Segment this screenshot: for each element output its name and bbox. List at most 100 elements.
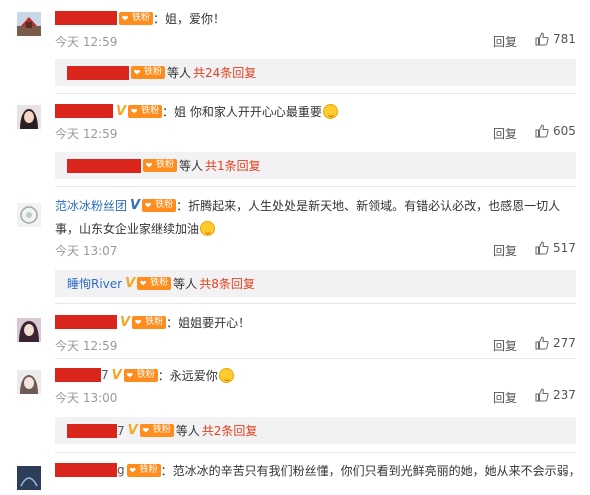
reply-button[interactable]: 回复 bbox=[493, 337, 517, 354]
fan-badge-icon: ❤ bbox=[137, 277, 150, 290]
comment-header: g ❤ 铁粉 ：范冰冰的辛苦只有我们粉丝懂，你们只看到光鲜亮丽的她，她从来不会示弱… bbox=[55, 461, 581, 479]
comment-header: ❤ 铁粉 ：姐，爱你！ bbox=[55, 9, 225, 27]
thumbs-up-icon bbox=[535, 124, 549, 138]
comment-time: 今天 12:59 bbox=[55, 339, 118, 353]
avatar[interactable] bbox=[17, 105, 41, 129]
fan-badge: ❤ 铁粉 bbox=[123, 368, 158, 382]
fan-badge-icon: ❤ bbox=[123, 368, 136, 382]
redacted-username bbox=[67, 423, 117, 438]
fan-badge: ❤ 铁粉 bbox=[119, 11, 154, 25]
fan-badge-icon: ❤ bbox=[132, 315, 145, 329]
thumbs-up-icon bbox=[535, 32, 549, 46]
comment-time: 今天 12:59 bbox=[55, 35, 118, 49]
comment-text: ：折腾起来，人生处处是新天地、新领域。有错必认必改，也感恩一切人 bbox=[176, 198, 561, 213]
redacted-username bbox=[67, 158, 141, 173]
fan-badge-icon: ❤ bbox=[143, 159, 155, 172]
others-label: 等人 bbox=[179, 159, 204, 173]
fan-badge-label: 铁粉 bbox=[143, 66, 166, 79]
username-suffix: g bbox=[117, 463, 125, 477]
reply-button[interactable]: 回复 bbox=[493, 389, 517, 406]
like-count: 517 bbox=[553, 241, 576, 255]
redacted-username[interactable] bbox=[55, 315, 117, 329]
kiss-emoji-icon bbox=[218, 367, 234, 383]
fan-badge: ❤ 铁粉 bbox=[137, 277, 172, 290]
fan-badge-icon: ❤ bbox=[131, 66, 143, 79]
like-count: 277 bbox=[553, 336, 576, 350]
avatar[interactable] bbox=[17, 466, 41, 490]
divider bbox=[55, 186, 576, 187]
divider bbox=[55, 358, 576, 359]
comment-text: ：姐，爱你！ bbox=[153, 11, 226, 26]
avatar[interactable] bbox=[17, 12, 41, 36]
fan-badge-label: 铁粉 bbox=[155, 159, 178, 172]
comment-text-line2: 事，山东女企业家继续加油 bbox=[55, 219, 216, 237]
reply-button[interactable]: 回复 bbox=[493, 125, 517, 142]
vip-icon: V bbox=[111, 367, 122, 383]
reply-count-link[interactable]: 共2条回复 bbox=[202, 422, 258, 439]
grin-emoji-icon bbox=[200, 220, 216, 236]
comment-header: V ❤ 铁粉 ：姐 你和家人开开心心最重要 bbox=[55, 102, 338, 120]
like-button[interactable]: 605 bbox=[535, 124, 576, 138]
fan-badge: ❤ 铁粉 bbox=[142, 198, 177, 212]
like-count: 237 bbox=[553, 388, 576, 402]
fan-badge-label: 铁粉 bbox=[138, 463, 161, 477]
divider bbox=[55, 93, 576, 94]
fan-badge-icon: ❤ bbox=[126, 463, 139, 477]
reply-summary[interactable]: 7 V ❤ 铁粉 等人 共2条回复 bbox=[55, 417, 576, 444]
reply-summary[interactable]: ❤ 铁粉 等人 共1条回复 bbox=[55, 152, 576, 179]
fan-badge-label: 铁粉 bbox=[154, 198, 177, 212]
reply-count-link[interactable]: 共1条回复 bbox=[205, 157, 261, 174]
fan-badge-label: 铁粉 bbox=[144, 315, 167, 329]
thumbs-up-icon bbox=[535, 336, 549, 350]
fan-badge: ❤ 铁粉 bbox=[139, 424, 174, 437]
fan-badge-label: 铁粉 bbox=[135, 368, 158, 382]
fan-badge: ❤ 铁粉 bbox=[128, 104, 163, 118]
reply-button[interactable]: 回复 bbox=[493, 33, 517, 50]
comment-text: ：范冰冰的辛苦只有我们粉丝懂，你们只看到光鲜亮丽的她，她从来不会示弱， bbox=[160, 463, 581, 478]
redacted-username bbox=[67, 65, 129, 80]
comment-text: 事，山东女企业家继续加油 bbox=[55, 221, 200, 236]
reply-username[interactable]: 睡恂River bbox=[67, 275, 122, 292]
comment-time: 今天 12:59 bbox=[55, 127, 118, 141]
fan-badge-icon: ❤ bbox=[119, 11, 131, 25]
like-button[interactable]: 277 bbox=[535, 336, 576, 350]
reply-summary[interactable]: ❤ 铁粉 等人 共24条回复 bbox=[55, 59, 576, 86]
redacted-username[interactable] bbox=[55, 104, 113, 118]
like-button[interactable]: 237 bbox=[535, 388, 576, 402]
fan-badge: ❤ 铁粉 bbox=[131, 66, 166, 79]
avatar[interactable] bbox=[17, 370, 41, 394]
comment-time: 今天 13:00 bbox=[55, 391, 118, 405]
verified-icon: V bbox=[130, 197, 141, 213]
fan-badge: ❤ 铁粉 bbox=[132, 315, 167, 329]
like-button[interactable]: 781 bbox=[535, 32, 576, 46]
avatar[interactable] bbox=[17, 203, 41, 227]
redacted-username[interactable] bbox=[55, 368, 101, 382]
others-label: 等人 bbox=[175, 424, 200, 438]
thumbs-up-icon bbox=[535, 388, 549, 402]
username-suffix: 7 bbox=[101, 368, 109, 382]
fan-badge-icon: ❤ bbox=[128, 104, 141, 118]
comment-text: ：姐 你和家人开开心心最重要 bbox=[162, 104, 322, 119]
comment-text: ：姐姐要开心！ bbox=[166, 315, 251, 330]
fan-badge-icon: ❤ bbox=[139, 424, 152, 437]
comment-header: V ❤ 铁粉 ：姐姐要开心！ bbox=[55, 313, 250, 331]
like-count: 781 bbox=[553, 32, 576, 46]
username[interactable]: 范冰冰粉丝团 bbox=[55, 197, 127, 214]
redacted-username[interactable] bbox=[55, 11, 117, 25]
fan-badge-label: 铁粉 bbox=[140, 104, 163, 118]
like-count: 605 bbox=[553, 124, 576, 138]
fan-badge-label: 铁粉 bbox=[131, 11, 154, 25]
reply-count-link[interactable]: 共8条回复 bbox=[199, 275, 255, 292]
fan-badge-icon: ❤ bbox=[142, 198, 155, 212]
avatar[interactable] bbox=[17, 318, 41, 342]
comment-time: 今天 13:07 bbox=[55, 244, 118, 258]
divider bbox=[55, 452, 576, 453]
redacted-username[interactable] bbox=[55, 463, 117, 477]
reply-count-link[interactable]: 共24条回复 bbox=[193, 64, 256, 81]
kiss-emoji-icon bbox=[322, 103, 338, 119]
divider bbox=[55, 303, 576, 304]
reply-summary[interactable]: 睡恂River V ❤ 铁粉 等人 共8条回复 bbox=[55, 270, 576, 297]
like-button[interactable]: 517 bbox=[535, 241, 576, 255]
fan-badge-label: 铁粉 bbox=[149, 277, 172, 290]
reply-button[interactable]: 回复 bbox=[493, 242, 517, 259]
